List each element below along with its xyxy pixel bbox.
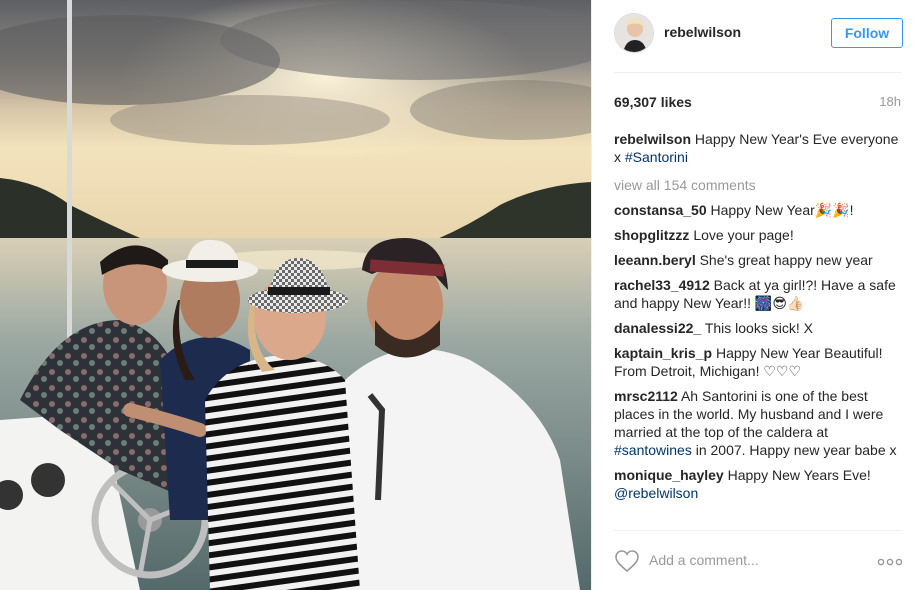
divider <box>614 530 902 531</box>
avatar[interactable] <box>614 13 654 53</box>
caption-hashtag[interactable]: #Santorini <box>625 149 688 165</box>
comment-text: She's great happy new year <box>699 252 873 268</box>
more-options-icon[interactable] <box>877 558 903 566</box>
likes-count[interactable]: 69,307 likes <box>614 94 692 110</box>
list-item: leeann.beryl She's great happy new year <box>614 251 906 269</box>
heart-icon[interactable] <box>614 549 640 573</box>
comment-username[interactable]: danalessi22_ <box>614 320 701 336</box>
comment-username[interactable]: monique_hayley <box>614 467 724 483</box>
list-item: constansa_50 Happy New Year🎉🎉! <box>614 201 906 219</box>
add-comment-input[interactable]: Add a comment... <box>649 552 759 568</box>
comment-username[interactable]: kaptain_kris_p <box>614 345 712 361</box>
post-timestamp[interactable]: 18h <box>879 94 901 109</box>
list-item: monique_hayley Happy New Years Eve! @reb… <box>614 466 906 502</box>
comment-username[interactable]: leeann.beryl <box>614 252 696 268</box>
post-author-username[interactable]: rebelwilson <box>664 24 741 40</box>
comment-mention[interactable]: @rebelwilson <box>614 485 698 501</box>
comment-hashtag[interactable]: #santowines <box>614 442 692 458</box>
comment-username[interactable]: rachel33_4912 <box>614 277 710 293</box>
divider <box>614 72 902 73</box>
instagram-post: rebelwilson Follow 69,307 likes 18h rebe… <box>0 0 920 590</box>
list-item: kaptain_kris_p Happy New Year Beautiful!… <box>614 344 906 380</box>
sunset-boat-photo <box>0 0 591 590</box>
comment-username[interactable]: shopglitzzz <box>614 227 689 243</box>
comment-text: Happy New Years Eve! <box>727 467 871 483</box>
follow-button[interactable]: Follow <box>831 18 903 48</box>
comment-text: Happy New Year🎉🎉! <box>710 202 854 218</box>
view-all-comments-link[interactable]: view all 154 comments <box>614 176 906 194</box>
comment-text: This looks sick! X <box>704 320 813 336</box>
post-header: rebelwilson Follow <box>592 0 920 72</box>
comments-list: rebelwilson Happy New Year's Eve everyon… <box>614 130 906 509</box>
comment-username[interactable]: mrsc2112 <box>614 388 678 404</box>
post-photo[interactable] <box>0 0 591 590</box>
list-item: mrsc2112 Ah Santorini is one of the best… <box>614 387 906 459</box>
comment-text-continued: in 2007. Happy new year babe x <box>691 442 897 458</box>
list-item: rachel33_4912 Back at ya girl!?! Have a … <box>614 276 906 312</box>
caption: rebelwilson Happy New Year's Eve everyon… <box>614 130 906 166</box>
list-item: danalessi22_ This looks sick! X <box>614 319 906 337</box>
comment-text: Love your page! <box>693 227 794 243</box>
list-item: shopglitzzz Love your page! <box>614 226 906 244</box>
post-sidebar: rebelwilson Follow 69,307 likes 18h rebe… <box>591 0 920 590</box>
caption-username[interactable]: rebelwilson <box>614 131 691 147</box>
comment-username[interactable]: constansa_50 <box>614 202 707 218</box>
